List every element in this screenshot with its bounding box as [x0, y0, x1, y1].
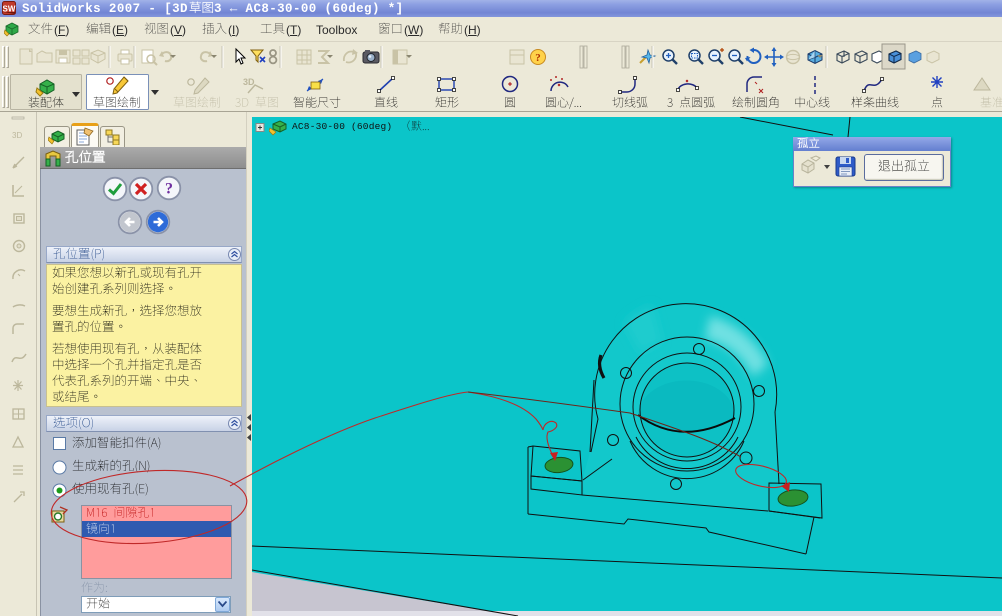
svg-text:3D: 3D — [12, 131, 22, 140]
svg-text:?: ? — [535, 52, 541, 64]
svg-text:?: ? — [165, 181, 173, 198]
svg-text:3D: 3D — [243, 77, 255, 87]
